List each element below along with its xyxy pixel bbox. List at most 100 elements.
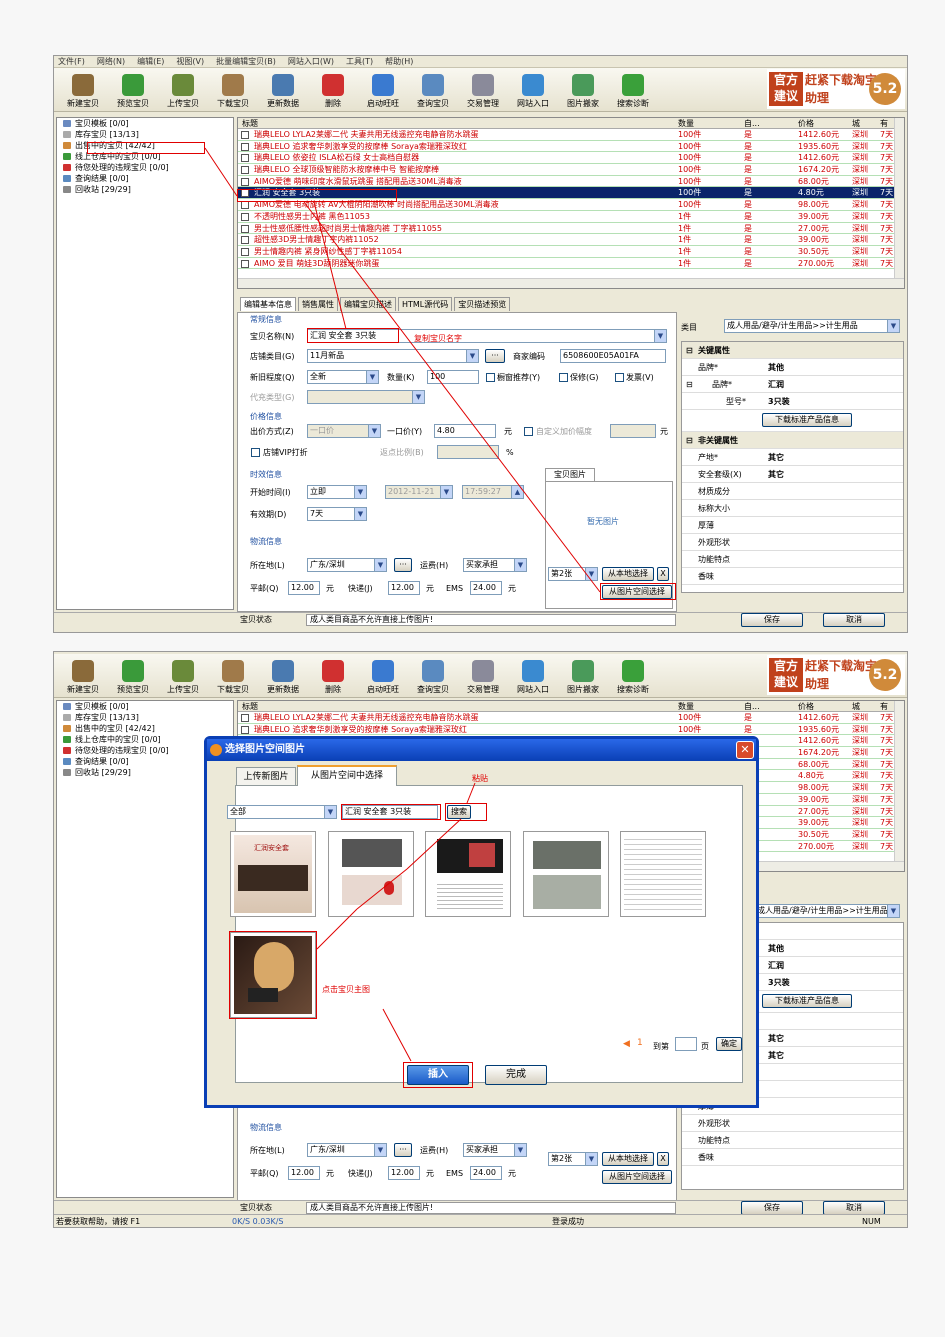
toolbar-button-label: 网站入口 xyxy=(517,685,549,694)
express-fee-input[interactable]: 12.00 xyxy=(388,1166,420,1180)
toolbar-button[interactable]: 上传宝贝 xyxy=(158,655,208,695)
annotation-arrows xyxy=(316,782,476,1062)
folder-icon xyxy=(63,769,71,776)
header-city[interactable]: 城 xyxy=(852,701,860,712)
row-checkbox[interactable] xyxy=(241,725,249,734)
chevron-down-icon[interactable]: ▼ xyxy=(374,1144,386,1156)
header-valid[interactable]: 有 xyxy=(880,701,888,712)
cell-title: 瑞典LELO 追求奢华刺激享受的按摩棒 Soraya索瑞雅深玫红 xyxy=(254,724,467,734)
cell-city: 深圳 xyxy=(852,783,868,793)
location-label: 所在地(L) xyxy=(250,1146,285,1155)
save-button[interactable]: 保存 xyxy=(741,1201,803,1215)
cell-city: 深圳 xyxy=(852,713,868,722)
tree-item-label: 库存宝贝 [13/13] xyxy=(75,713,139,722)
tree-item[interactable]: 库存宝贝 [13/13] xyxy=(57,712,233,723)
local-pick-button[interactable]: 从本地选择 xyxy=(602,1152,654,1166)
gear-icon xyxy=(472,660,494,682)
location-select[interactable]: 广东/深圳 ▼ xyxy=(307,1143,387,1157)
picture-icon xyxy=(572,660,594,682)
cell-price: 27.00元 xyxy=(798,806,829,816)
toolbar-button[interactable]: 更新数据 xyxy=(258,655,308,695)
toolbar-button[interactable]: 查询宝贝 xyxy=(408,655,458,695)
brand-banner[interactable]: 官方建议 赶紧下载淘宝助理 5.2 xyxy=(767,655,905,695)
folder-icon xyxy=(63,747,71,754)
download-box-icon xyxy=(222,660,244,682)
location-more-button[interactable]: ··· xyxy=(394,1143,412,1157)
cell-valid: 7天 xyxy=(880,724,894,734)
cell-valid: 7天 xyxy=(880,829,894,839)
brand-version: 5.2 xyxy=(869,659,901,691)
remove-picture-button[interactable]: X xyxy=(657,1152,669,1166)
row-checkbox[interactable] xyxy=(241,714,249,722)
new-item-icon xyxy=(72,660,94,682)
cell-title: 瑞典LELO LYLA2莱娜二代 夫妻共用无线遥控充电静音防水跳蛋 xyxy=(254,713,479,722)
toolbar-button-label: 预览宝贝 xyxy=(117,685,149,694)
yuan-ems: 元 xyxy=(508,1169,516,1178)
tree-item-label: 出售中的宝贝 [42/42] xyxy=(75,724,155,733)
toolbar-button[interactable]: 删除 xyxy=(308,655,358,695)
table-row[interactable]: 瑞典LELO LYLA2莱娜二代 夫妻共用无线遥控充电静音防水跳蛋 100件 是 14… xyxy=(238,712,904,724)
prop-shape-row[interactable]: 外观形状 xyxy=(682,1115,903,1132)
yuan-post: 元 xyxy=(326,1169,334,1178)
cell-auto: 是 xyxy=(744,724,752,734)
toolbar: 新建宝贝 预览宝贝 上传宝贝 下载宝贝 更新数据 删除 启动旺旺 查询宝贝 交易管理 网站入口 图片… xyxy=(54,654,907,698)
freight-select[interactable]: 买家承担 ▼ xyxy=(463,1143,527,1157)
cancel-button[interactable]: 取消 xyxy=(823,1201,885,1215)
table-row[interactable]: 瑞典LELO 追求奢华刺激享受的按摩棒 Soraya索瑞雅深玫红 100件 是 193… xyxy=(238,724,904,736)
globe-icon xyxy=(522,660,544,682)
post-label: 平邮(Q) xyxy=(250,1169,279,1178)
cell-qty: 100件 xyxy=(678,713,702,722)
header-title[interactable]: 标题 xyxy=(242,701,258,712)
chevron-down-icon[interactable]: ▼ xyxy=(585,1153,597,1165)
toolbar-button-label: 查询宝贝 xyxy=(417,685,449,694)
annotation-arrows xyxy=(204,147,601,593)
folder-icon xyxy=(63,736,71,743)
toolbar-button[interactable]: 网站入口 xyxy=(508,655,558,695)
post-fee-input[interactable]: 12.00 xyxy=(288,1166,320,1180)
toolbar-button-label: 新建宝贝 xyxy=(67,685,99,694)
num-lock: NUM xyxy=(862,1217,881,1226)
cell-price: 4.80元 xyxy=(798,771,824,781)
space-pick-button[interactable]: 从图片空间选择 xyxy=(602,1170,672,1184)
toolbar-button[interactable]: 搜索诊断 xyxy=(608,655,658,695)
toolbar-button[interactable]: 新建宝贝 xyxy=(58,655,108,695)
prop-flavor-row[interactable]: 香味 xyxy=(682,1149,903,1166)
toolbar-button[interactable]: 启动旺旺 xyxy=(358,655,408,695)
toolbar-button-label: 删除 xyxy=(325,685,341,694)
delete-icon xyxy=(322,660,344,682)
help-text: 若要获取帮助，请按 F1 xyxy=(56,1217,141,1226)
toolbar-button[interactable]: 下载宝贝 xyxy=(208,655,258,695)
tree-item-label: 查询结果 [0/0] xyxy=(75,757,129,766)
picture-index-select[interactable]: 第2张 ▼ xyxy=(548,1152,598,1166)
tree-item[interactable]: 出售中的宝贝 [42/42] xyxy=(57,723,233,734)
toolbar-button[interactable]: 预览宝贝 xyxy=(108,655,158,695)
cell-city: 深圳 xyxy=(852,771,868,781)
header-auto[interactable]: 自... xyxy=(744,701,760,712)
cell-price: 270.00元 xyxy=(798,841,834,851)
toolbar-button-label: 上传宝贝 xyxy=(167,685,199,694)
toolbar-button[interactable]: 图片搬家 xyxy=(558,655,608,695)
chart-icon xyxy=(272,660,294,682)
header-price[interactable]: 价格 xyxy=(798,701,814,712)
prop-feature-row[interactable]: 功能特点 xyxy=(682,1132,903,1149)
section-ship: 物流信息 xyxy=(250,1123,282,1132)
cell-valid: 7天 xyxy=(880,794,894,804)
toolbar-button[interactable]: 交易管理 xyxy=(458,655,508,695)
status-label: 宝贝状态 xyxy=(240,1203,272,1212)
chevron-down-icon[interactable]: ▼ xyxy=(887,905,899,917)
cell-valid: 7天 xyxy=(880,806,894,816)
cell-valid: 7天 xyxy=(880,783,894,793)
cell-city: 深圳 xyxy=(852,806,868,816)
grid-vscroll[interactable] xyxy=(894,701,904,871)
cell-price: 39.00元 xyxy=(798,794,829,804)
cell-city: 深圳 xyxy=(852,794,868,804)
header-qty[interactable]: 数量 xyxy=(678,701,694,712)
chevron-down-icon[interactable]: ▼ xyxy=(514,1144,526,1156)
tree-item[interactable]: 宝贝模板 [0/0] xyxy=(57,701,233,712)
prop-category-select[interactable]: 成人用品/避孕/计生用品>>计生用品 ▼ xyxy=(754,904,900,918)
ems-fee-input[interactable]: 24.00 xyxy=(470,1166,502,1180)
download-standard-button[interactable]: 下载标准产品信息 xyxy=(762,994,852,1008)
cell-valid: 7天 xyxy=(880,818,894,828)
cell-auto: 是 xyxy=(744,713,752,722)
select-image-dialog: 选择图片空间图片 ✕ 上传新图片 从图片空间中选择 全部 ▼ 汇润 安全套 3只装… xyxy=(204,736,759,1108)
